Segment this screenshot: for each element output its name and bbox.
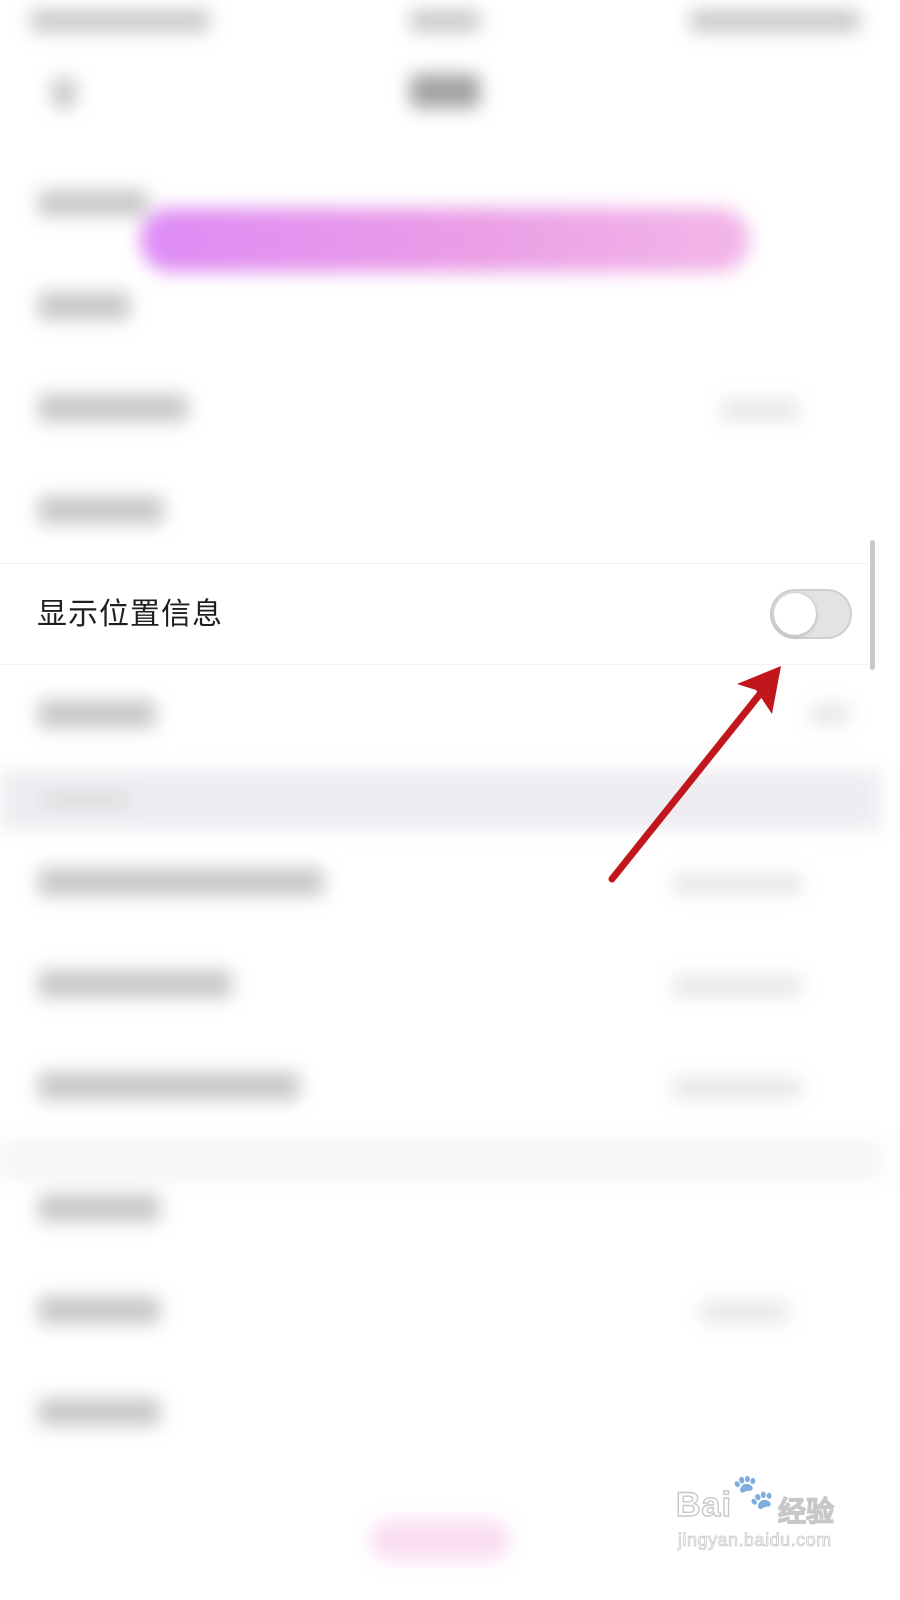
toggle-knob	[774, 593, 816, 635]
row-blur-12	[38, 1398, 160, 1426]
status-bar-left-blur	[30, 10, 210, 32]
show-location-row: 显示位置信息	[0, 563, 868, 665]
row-blur-6	[38, 700, 156, 728]
row-blur-4	[38, 496, 164, 524]
row-blur-9	[38, 1072, 300, 1100]
promo-banner	[140, 208, 750, 272]
row-blur-8	[38, 970, 232, 998]
row-blur-8-value	[672, 976, 802, 996]
show-location-toggle[interactable]	[770, 589, 852, 639]
row-blur-1	[38, 190, 148, 216]
section-header-blur	[40, 792, 130, 808]
bottom-pink-blur	[370, 1520, 510, 1560]
row-blur-11-value	[700, 1302, 790, 1322]
row-blur-10	[38, 1194, 160, 1222]
watermark-cn: 经验	[777, 1494, 835, 1528]
row-blur-3	[38, 394, 188, 422]
row-blur-11	[38, 1296, 160, 1324]
scrollbar[interactable]	[870, 540, 875, 670]
row-blur-9-value	[672, 1078, 802, 1098]
page-title-blur	[410, 74, 480, 108]
section-divider-band	[0, 770, 882, 830]
paw-icon: 🐾	[731, 1471, 775, 1512]
row-blur-7	[38, 868, 324, 896]
status-bar-center-blur	[410, 10, 480, 32]
row-blur-3-value	[720, 400, 800, 420]
row-blur-7-value	[672, 874, 802, 894]
status-bar-right-blur	[690, 10, 860, 32]
show-location-label: 显示位置信息	[37, 597, 223, 632]
blurred-background	[0, 0, 882, 1568]
section-divider-band-2	[0, 1140, 882, 1180]
row-blur-2	[38, 292, 130, 320]
row-blur-6-value	[810, 704, 850, 724]
baidu-jingyan-watermark: Bai 🐾 经验 jingyan.baidu.com	[675, 1471, 846, 1552]
watermark-url: jingyan.baidu.com	[678, 1530, 832, 1551]
watermark-brand: Bai	[675, 1485, 732, 1524]
back-icon-blur	[52, 78, 76, 108]
